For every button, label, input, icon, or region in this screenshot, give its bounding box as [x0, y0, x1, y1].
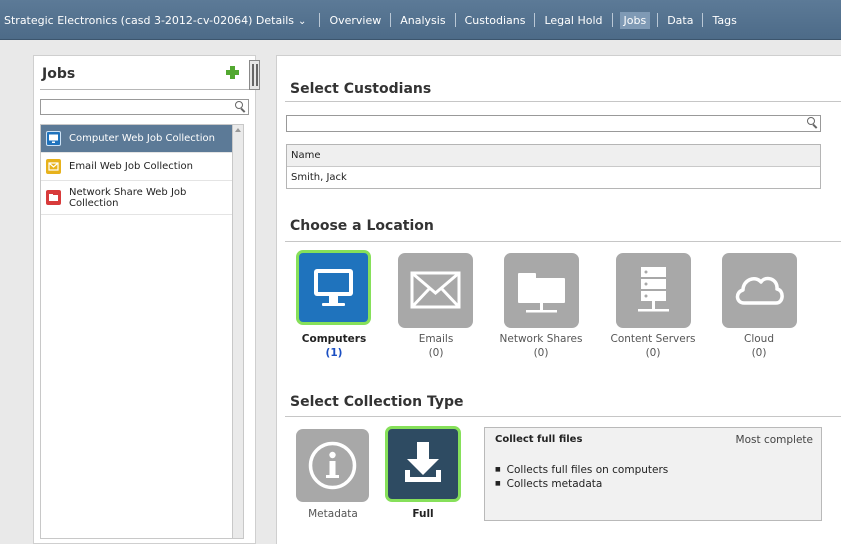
tab-overview[interactable]: Overview [327, 14, 383, 27]
nav-separator [454, 13, 456, 27]
info-icon [308, 441, 357, 490]
job-item-label: Email Web Job Collection [69, 161, 193, 172]
tab-legal-hold[interactable]: Legal Hold [542, 14, 604, 27]
location-content-servers-tile[interactable] [616, 253, 691, 328]
location-label: Emails [418, 333, 454, 345]
section-title-select-custodians: Select Custodians [290, 81, 432, 97]
handle-grip-line [256, 64, 258, 86]
jobs-panel: Jobs Computer Web Job Collection Email W… [33, 55, 260, 544]
table-row[interactable]: Smith, Jack [287, 167, 820, 189]
details-bullet: Collects full files on computers [495, 463, 669, 477]
job-item-email-web[interactable]: Email Web Job Collection [41, 153, 232, 181]
folder-icon [46, 190, 61, 205]
nav-separator [702, 13, 704, 27]
scroll-up-arrow-icon[interactable] [235, 128, 241, 132]
jobs-search-input[interactable] [40, 99, 249, 115]
location-network-shares-tile[interactable] [504, 253, 579, 328]
collection-type-metadata-tile[interactable] [296, 429, 369, 502]
chevron-down-icon: ⌄ [298, 15, 307, 27]
envelope-icon [410, 271, 461, 309]
handle-grip-line [252, 64, 254, 86]
nav-separator [611, 13, 613, 27]
job-item-label: Network Share Web Job Collection [69, 186, 187, 209]
job-item-network-share-web[interactable]: Network Share Web Job Collection [41, 181, 232, 215]
location-cloud-tile[interactable] [722, 253, 797, 328]
tab-jobs[interactable]: Jobs [619, 11, 651, 29]
job-settings-panel: Select Custodians Name Smith, Jack Choos… [276, 55, 841, 544]
details-bullet: Collects metadata [495, 477, 668, 491]
location-network-shares-label: Network Shares (0) [481, 332, 601, 360]
nav-separator [657, 13, 659, 27]
search-icon[interactable] [235, 101, 245, 112]
envelope-icon [46, 159, 61, 174]
tab-custodians[interactable]: Custodians [463, 14, 528, 27]
column-header-name[interactable]: Name [287, 145, 820, 167]
add-job-icon[interactable] [226, 66, 239, 79]
location-computers-tile[interactable] [296, 250, 371, 325]
tab-data[interactable]: Data [665, 14, 695, 27]
divider [285, 101, 841, 102]
nav-separator [390, 13, 392, 27]
job-item-label: Computer Web Job Collection [69, 133, 215, 144]
folder-icon [518, 273, 565, 313]
location-count: (0) [428, 347, 444, 359]
custodian-search-input[interactable] [286, 115, 821, 132]
location-label: Content Servers [610, 333, 696, 345]
collection-type-full-tile[interactable] [385, 426, 461, 502]
details-bullet-list: Collects full files on computers Collect… [495, 463, 669, 491]
monitor-icon [46, 131, 61, 146]
nav-separator [534, 13, 536, 27]
case-title: Strategic Electronics (casd 3-2012-cv-02… [4, 13, 295, 27]
search-icon[interactable] [807, 117, 817, 128]
collapse-panel-handle[interactable] [249, 60, 260, 90]
details-completeness: Most complete [735, 434, 813, 446]
location-content-servers-label: Content Servers (0) [593, 332, 713, 360]
divider [285, 241, 841, 242]
download-icon [405, 442, 441, 482]
location-cloud-label: Cloud (0) [699, 332, 819, 360]
nav-separator [319, 13, 321, 27]
computer-icon [314, 269, 353, 306]
collection-type-full-label: Full [412, 508, 434, 520]
server-icon [638, 267, 669, 312]
case-title-dropdown[interactable]: Strategic Electronics (casd 3-2012-cv-02… [0, 14, 312, 27]
top-navigation: Strategic Electronics (casd 3-2012-cv-02… [0, 10, 739, 30]
location-emails-tile[interactable] [398, 253, 473, 328]
location-label: Cloud [744, 333, 774, 345]
location-label: Network Shares [499, 333, 583, 345]
job-item-computer-web[interactable]: Computer Web Job Collection [41, 125, 232, 153]
jobs-panel-title: Jobs [42, 66, 76, 82]
top-navigation-bar: Strategic Electronics (casd 3-2012-cv-02… [0, 0, 841, 40]
location-count: (0) [645, 347, 661, 359]
jobs-panel-header: Jobs [34, 56, 260, 92]
custodian-table: Name Smith, Jack [286, 144, 821, 189]
section-title-choose-location: Choose a Location [290, 218, 434, 234]
divider [40, 89, 249, 90]
divider [285, 416, 841, 417]
tab-analysis[interactable]: Analysis [398, 14, 447, 27]
job-list: Computer Web Job Collection Email Web Jo… [40, 124, 233, 539]
collection-type-details: Collect full files Most complete Collect… [484, 427, 822, 521]
job-list-scrollbar[interactable] [233, 124, 244, 539]
section-title-select-collection-type: Select Collection Type [290, 394, 464, 410]
details-title: Collect full files [495, 434, 583, 445]
location-count: (0) [533, 347, 549, 359]
cloud-icon [735, 276, 784, 305]
location-emails-label: Emails (0) [376, 332, 496, 360]
tab-tags[interactable]: Tags [710, 14, 738, 27]
location-count: (0) [751, 347, 767, 359]
